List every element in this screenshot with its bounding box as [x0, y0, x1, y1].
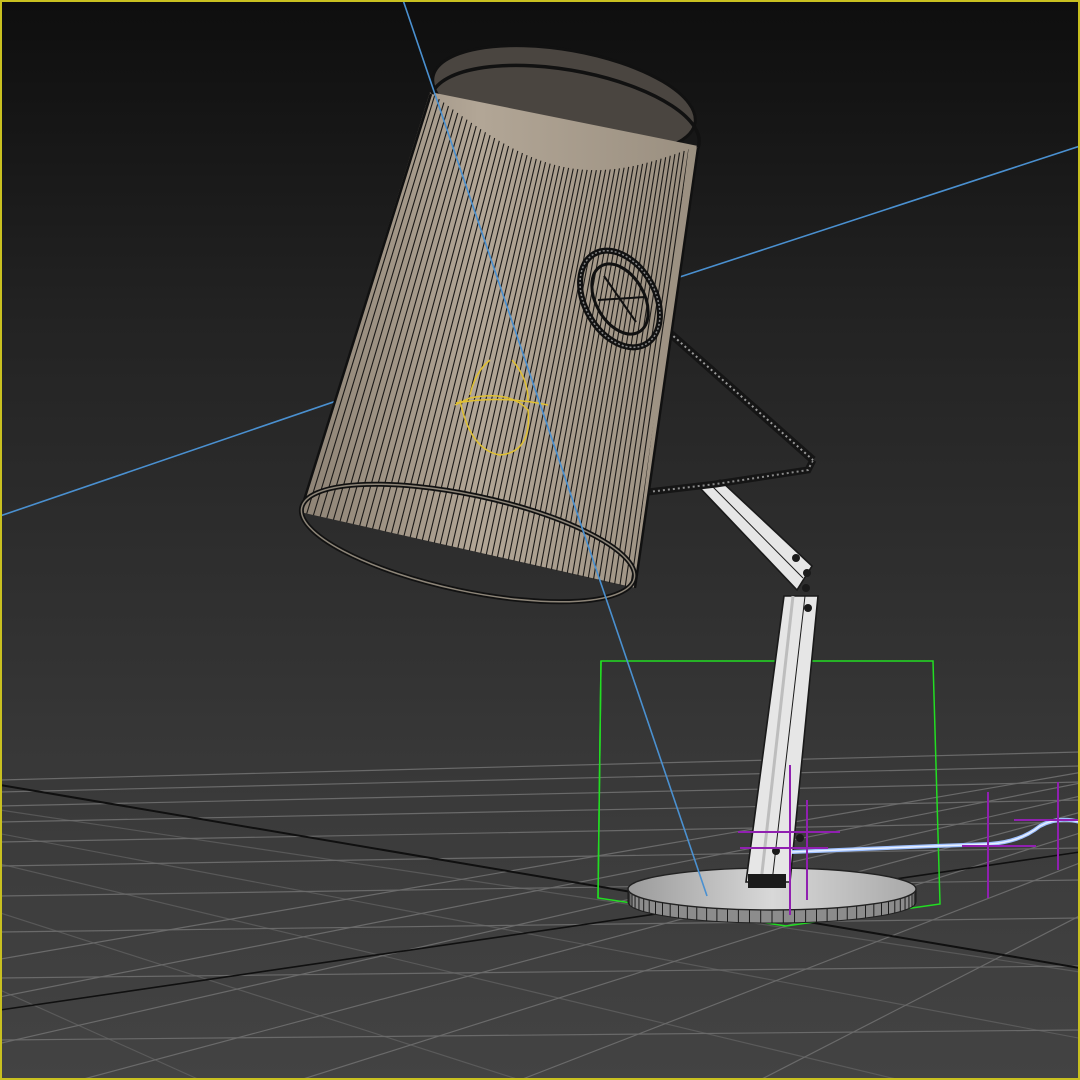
grid-line [0, 809, 1080, 973]
lamp-shade[interactable] [292, 28, 704, 626]
grid-line [0, 847, 1080, 867]
grid-line [0, 821, 1080, 843]
grid-line [0, 879, 1080, 897]
grid-line [0, 989, 201, 1080]
ground-grid [0, 751, 1080, 1080]
grid-line [79, 811, 1080, 1080]
grid-line [0, 799, 1080, 823]
perspective-viewport[interactable] [0, 0, 1080, 1080]
grid-line [0, 833, 1080, 1039]
grid-line [0, 965, 1080, 979]
scene-canvas[interactable] [0, 0, 1080, 1080]
grid-line [0, 781, 1080, 807]
grid-line [0, 765, 1080, 793]
light-ray-right [639, 145, 1080, 291]
grid-line [0, 782, 1080, 998]
grid-line [0, 1029, 1080, 1041]
grid-line [0, 751, 1080, 781]
lamp-upper-arm[interactable] [698, 479, 814, 592]
